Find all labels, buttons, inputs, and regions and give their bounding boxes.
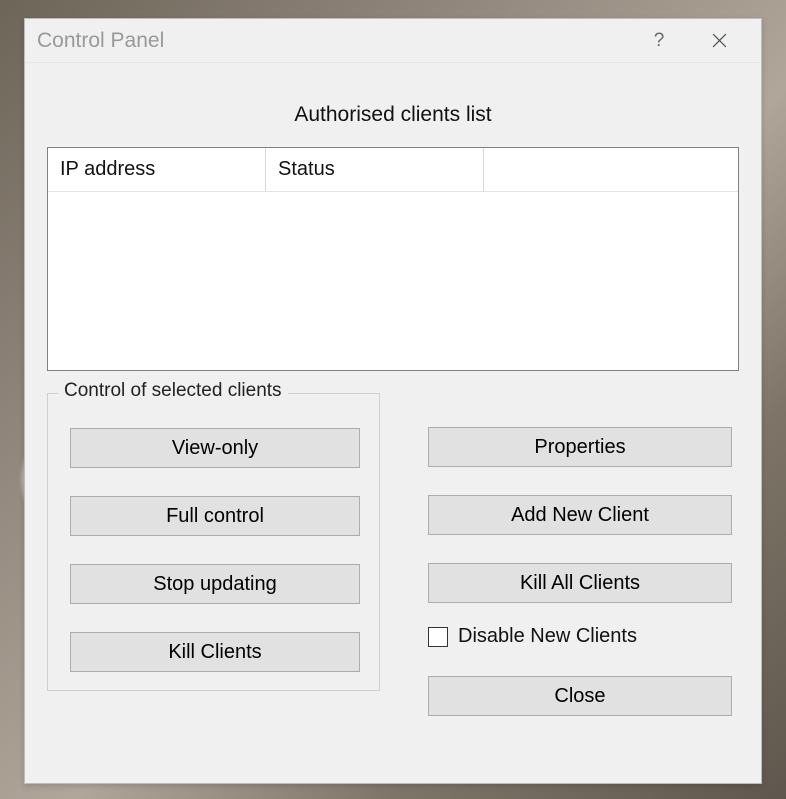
kill-all-clients-button[interactable]: Kill All Clients	[428, 563, 732, 603]
clients-listview[interactable]: IP address Status	[47, 147, 739, 371]
column-status[interactable]: Status	[266, 148, 484, 191]
disable-new-clients-row[interactable]: Disable New Clients	[428, 625, 739, 648]
kill-clients-button[interactable]: Kill Clients	[70, 632, 360, 672]
column-empty[interactable]	[484, 148, 738, 191]
section-title: Authorised clients list	[47, 103, 739, 127]
disable-new-clients-label: Disable New Clients	[458, 625, 637, 648]
window-title: Control Panel	[37, 29, 639, 53]
help-button[interactable]: ?	[639, 21, 679, 61]
dialog-content: Authorised clients list IP address Statu…	[25, 63, 761, 783]
groupbox-legend: Control of selected clients	[58, 380, 288, 402]
help-icon: ?	[654, 30, 665, 52]
view-only-button[interactable]: View-only	[70, 428, 360, 468]
close-icon	[712, 33, 727, 48]
lower-panel: Control of selected clients View-only Fu…	[47, 393, 739, 716]
disable-new-clients-checkbox[interactable]	[428, 627, 448, 647]
close-button[interactable]: Close	[428, 676, 732, 716]
add-new-client-button[interactable]: Add New Client	[428, 495, 732, 535]
listview-header: IP address Status	[48, 148, 738, 192]
column-ip-address[interactable]: IP address	[48, 148, 266, 191]
stop-updating-button[interactable]: Stop updating	[70, 564, 360, 604]
control-panel-dialog: Control Panel ? Authorised clients list …	[24, 18, 762, 784]
titlebar: Control Panel ?	[25, 19, 761, 63]
titlebar-buttons: ?	[639, 21, 761, 61]
close-window-button[interactable]	[699, 21, 739, 61]
properties-button[interactable]: Properties	[428, 427, 732, 467]
control-groupbox: Control of selected clients View-only Fu…	[47, 393, 380, 691]
right-column: Properties Add New Client Kill All Clien…	[428, 393, 739, 716]
full-control-button[interactable]: Full control	[70, 496, 360, 536]
